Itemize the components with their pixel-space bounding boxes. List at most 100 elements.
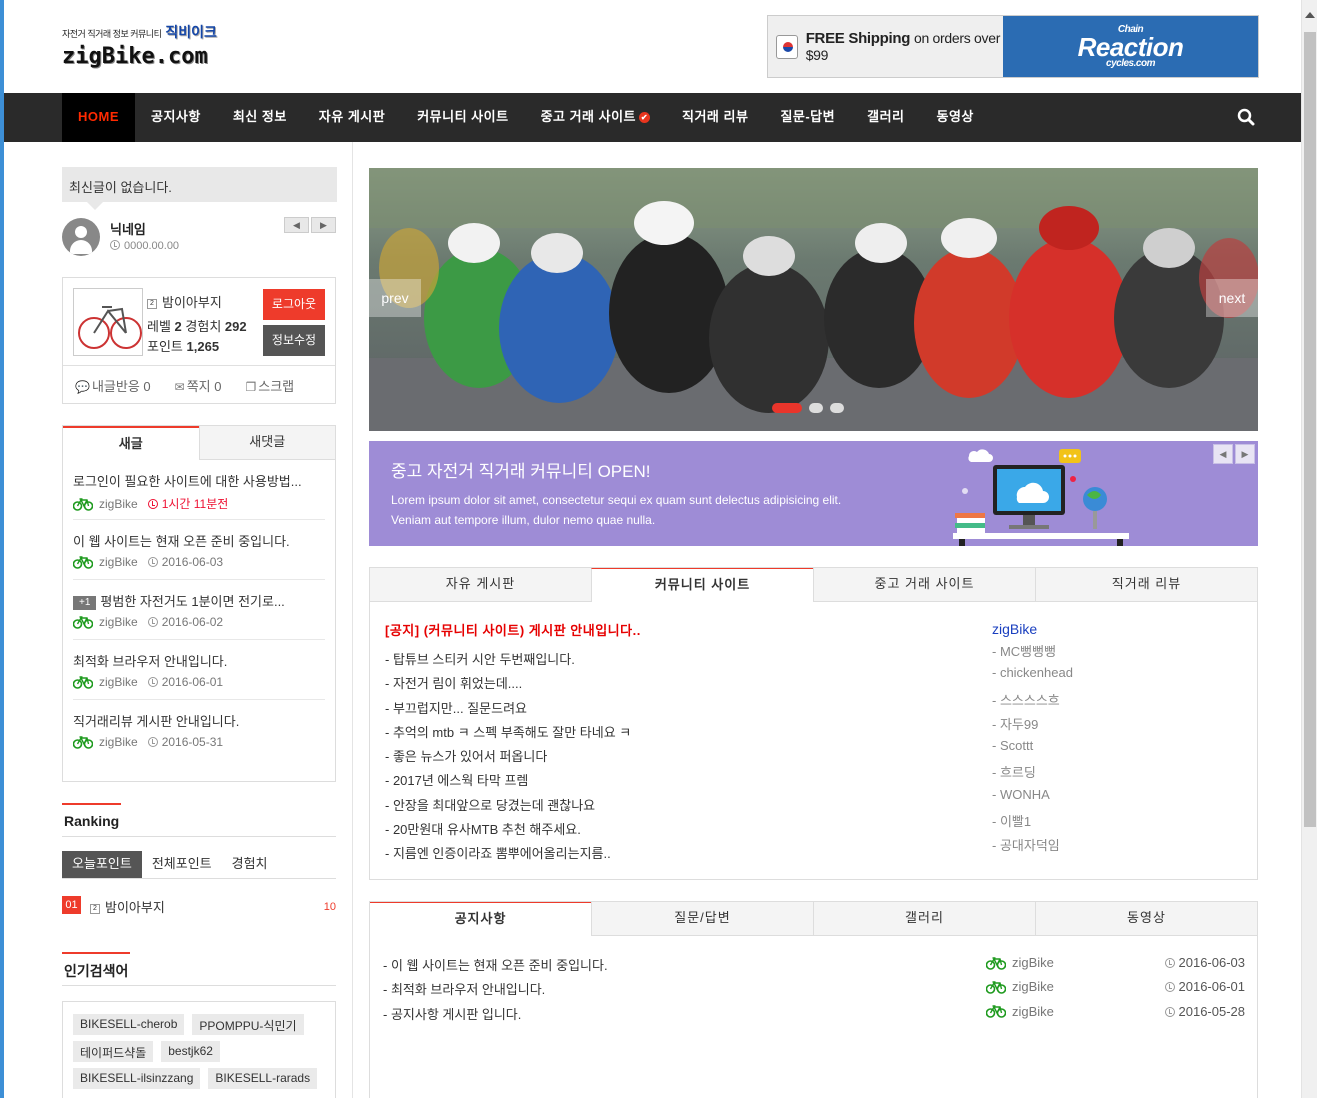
table-row[interactable]: - 최적화 브라우저 안내입니다. zigBike 2016-06-01	[383, 979, 1245, 999]
tab-notice_board[interactable]: 질문/답변	[591, 902, 813, 936]
post-author[interactable]: zigBike	[99, 675, 138, 689]
search-tag[interactable]: BIKESELL-ilsinzzang	[73, 1068, 201, 1089]
notice-title[interactable]: - 이 웹 사이트는 현재 오픈 준비 중입니다.	[383, 955, 608, 974]
board-post[interactable]: - 좋은 뉴스가 있어서 퍼옵니다	[385, 746, 631, 770]
tab-new-comments[interactable]: 새댓글	[198, 426, 335, 460]
slider-next-button[interactable]: next	[1206, 279, 1258, 317]
board-author[interactable]: - chickenhead	[992, 665, 1073, 689]
ad-banner[interactable]: FREE Shipping on orders over $99 Chain R…	[767, 15, 1259, 78]
list-item[interactable]: +1 평범한 자전거도 1분이면 전기로... zigBike 2016-06-02	[73, 580, 325, 640]
post-title[interactable]: +1 평범한 자전거도 1분이면 전기로...	[73, 591, 325, 610]
tab-notice_board[interactable]: 공지사항	[370, 902, 591, 936]
memo-link[interactable]: ✉ 쪽지 0	[175, 376, 222, 395]
search-tag[interactable]: 테이퍼드샥돌	[73, 1041, 154, 1062]
nickname[interactable]: 닉네임	[110, 219, 146, 238]
bicycle-icon	[73, 736, 93, 749]
next-arrow-icon[interactable]: ▶	[311, 217, 336, 233]
tab-board[interactable]: 중고 거래 사이트	[813, 568, 1035, 602]
search-tag[interactable]: BIKESELL-rarads	[208, 1068, 318, 1089]
ranking-row[interactable]: 01 2 밤이아부지 10	[62, 895, 336, 915]
list-item[interactable]: 이 웹 사이트는 현재 오픈 준비 중입니다. zigBike 2016-06-03	[73, 520, 325, 580]
board-author[interactable]: - 스스스스흐	[992, 690, 1073, 714]
table-row[interactable]: - 공지사항 게시판 입니다. zigBike 2016-05-28	[383, 1004, 1245, 1024]
rank-value: 10	[323, 901, 336, 913]
nav-item[interactable]: 중고 거래 사이트 ✔	[525, 93, 666, 142]
board-post[interactable]: - 자전거 림이 휘었는데....	[385, 673, 631, 697]
tab-board[interactable]: 자유 게시판	[370, 568, 591, 602]
board-post[interactable]: - 안장을 최대앞으로 당겼는데 괜찮나요	[385, 795, 631, 819]
post-title[interactable]: 최적화 브라우저 안내입니다.	[73, 651, 325, 670]
post-author[interactable]: zigBike	[99, 497, 138, 511]
main-nav: HOME 공지사항 최신 정보 자유 게시판 커뮤니티 사이트 중고 거래 사이트 ✔ 직거래…	[4, 93, 1301, 142]
nav-item[interactable]: 커뮤니티 사이트	[401, 93, 524, 142]
post-title[interactable]: 이 웹 사이트는 현재 오픈 준비 중입니다.	[73, 531, 325, 550]
list-item[interactable]: 직거래리뷰 게시판 안내입니다. zigBike 2016-05-31	[73, 700, 325, 760]
tab-new-posts[interactable]: 새글	[63, 426, 199, 460]
banner-prev-icon[interactable]: ◀	[1213, 444, 1233, 464]
nav-item[interactable]: 질문-답변	[764, 93, 851, 142]
scrollbar[interactable]	[1301, 0, 1317, 1098]
logout-button[interactable]: 로그아웃	[263, 289, 325, 320]
notice-author[interactable]: zigBike	[1012, 979, 1054, 994]
board-notice[interactable]: [공지] (커뮤니티 사이트) 게시판 안내입니다..	[385, 620, 641, 639]
post-title[interactable]: 로그인이 필요한 사이트에 대한 사용방법...	[73, 471, 325, 490]
board-site-name[interactable]: zigBike	[992, 621, 1073, 637]
nav-item[interactable]: 동영상	[921, 93, 990, 142]
nav-item[interactable]: HOME	[62, 93, 135, 142]
board-author[interactable]: - 공대자덕임	[992, 835, 1073, 859]
slider-dot[interactable]	[830, 403, 844, 413]
tab-notice_board[interactable]: 갤러리	[813, 902, 1035, 936]
search-tag[interactable]: bestjk62	[161, 1041, 220, 1062]
nickname-date: 0000.00.00	[110, 240, 179, 252]
tab-experience[interactable]: 경험치	[222, 851, 278, 878]
post-author[interactable]: zigBike	[99, 735, 138, 749]
scrap-link[interactable]: ❐ 스크랩	[245, 376, 294, 395]
notice-author[interactable]: zigBike	[1012, 1004, 1054, 1019]
nav-item[interactable]: 자유 게시판	[303, 93, 401, 142]
board-author[interactable]: - MC뻥뻥뻥	[992, 641, 1073, 665]
list-item[interactable]: 최적화 브라우저 안내입니다. zigBike 2016-06-01	[73, 640, 325, 700]
board-post[interactable]: - 부끄럽지만... 질문드려요	[385, 698, 631, 722]
nav-item[interactable]: 최신 정보	[217, 93, 303, 142]
search-tag[interactable]: BIKESELL-cherob	[73, 1014, 185, 1035]
board-author[interactable]: - 흐르딩	[992, 762, 1073, 786]
reactions-link[interactable]: 💬 내글반응 0	[75, 376, 151, 395]
slider-prev-button[interactable]: prev	[369, 279, 421, 317]
board-author[interactable]: - Scottt	[992, 738, 1073, 762]
notice-author[interactable]: zigBike	[1012, 955, 1054, 970]
table-row[interactable]: - 이 웹 사이트는 현재 오픈 준비 중입니다. zigBike 2016-06-…	[383, 955, 1245, 975]
slider-dot[interactable]	[809, 403, 823, 413]
search-tag[interactable]: PPOMPPU-식민기	[192, 1014, 304, 1035]
tab-today-points[interactable]: 오늘포인트	[62, 851, 142, 878]
search-icon[interactable]	[1237, 108, 1255, 126]
nav-item[interactable]: 갤러리	[851, 93, 920, 142]
board-post[interactable]: - 지름엔 인증이라죠 뽐뿌에어올리는지름..	[385, 843, 631, 867]
popular-search-header: 인기검색어	[62, 952, 336, 986]
scrollbar-thumb[interactable]	[1304, 32, 1316, 827]
board-post[interactable]: - 탑튜브 스티커 시안 두번째입니다.	[385, 649, 631, 673]
board-post[interactable]: - 2017년 에스웍 타막 프렘	[385, 770, 631, 794]
notice-title[interactable]: - 공지사항 게시판 입니다.	[383, 1004, 521, 1023]
board-post[interactable]: - 20만원대 유사MTB 추천 해주세요.	[385, 819, 631, 843]
tab-board[interactable]: 직거래 리뷰	[1035, 568, 1257, 602]
tab-notice_board[interactable]: 동영상	[1035, 902, 1257, 936]
list-item[interactable]: 로그인이 필요한 사이트에 대한 사용방법... zigBike 1시간 11분전	[73, 460, 325, 520]
scroll-up-icon[interactable]	[1305, 12, 1315, 18]
tab-board[interactable]: 커뮤니티 사이트	[591, 568, 813, 602]
prev-arrow-icon[interactable]: ◀	[284, 217, 309, 233]
slider-dot[interactable]	[772, 403, 802, 413]
board-author[interactable]: - 자두99	[992, 714, 1073, 738]
nav-item[interactable]: 직거래 리뷰	[666, 93, 764, 142]
tab-total-points[interactable]: 전체포인트	[142, 851, 222, 878]
post-author[interactable]: zigBike	[99, 615, 138, 629]
post-author[interactable]: zigBike	[99, 555, 138, 569]
banner-next-icon[interactable]: ▶	[1235, 444, 1255, 464]
post-title[interactable]: 직거래리뷰 게시판 안내입니다.	[73, 711, 325, 730]
board-author[interactable]: - WONHA	[992, 787, 1073, 811]
nav-item[interactable]: 공지사항	[135, 93, 217, 142]
notice-title[interactable]: - 최적화 브라우저 안내입니다.	[383, 979, 545, 998]
board-post[interactable]: - 추억의 mtb ㅋ 스펙 부족해도 잘만 타네요 ㅋ	[385, 722, 631, 746]
board-author[interactable]: - 이빨1	[992, 811, 1073, 835]
edit-profile-button[interactable]: 정보수정	[263, 325, 325, 356]
site-logo[interactable]: 자전거 직거래 정보 커뮤니티 직비이크 zigBike.com	[62, 22, 242, 70]
